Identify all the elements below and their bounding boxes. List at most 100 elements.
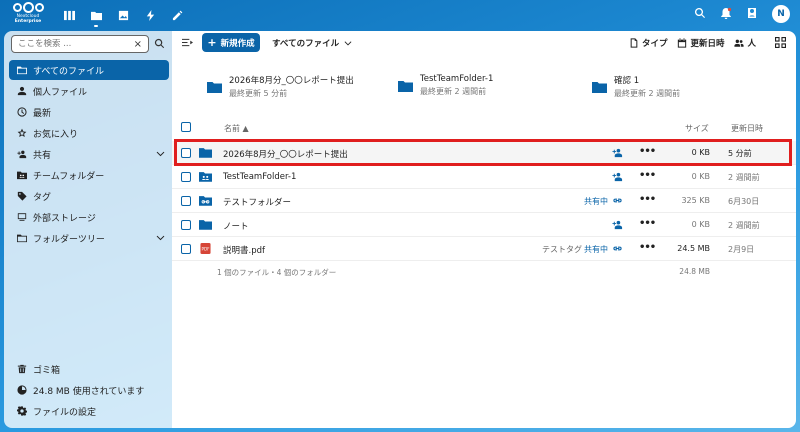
more-actions-icon[interactable]: ••• <box>639 146 656 157</box>
sidebar-item-label: 最新 <box>33 108 52 119</box>
shared-status[interactable]: 共有中 <box>584 244 608 255</box>
select-all-checkbox[interactable] <box>181 122 191 132</box>
team-folder-icon <box>16 169 28 181</box>
file-size: 0 KB <box>691 148 710 157</box>
sort-by-modified[interactable]: 更新日時 <box>731 123 763 134</box>
search-field[interactable]: × <box>11 35 149 53</box>
file-name[interactable]: テストフォルダー <box>223 196 291 208</box>
edit-icon[interactable] <box>170 8 184 22</box>
breadcrumb[interactable]: すべてのファイル <box>272 37 352 49</box>
filter-modified[interactable]: 更新日時 <box>677 37 724 49</box>
filter-people-label: 人 <box>747 39 756 49</box>
more-actions-icon[interactable]: ••• <box>639 170 656 181</box>
share-add-icon[interactable] <box>612 171 624 183</box>
link-icon[interactable] <box>612 243 624 255</box>
tag-icon <box>16 190 28 202</box>
filter-modified-label: 更新日時 <box>690 39 725 49</box>
row-checkbox[interactable] <box>181 244 191 254</box>
files-summary-count: 1 個のファイル・4 個のフォルダー <box>217 268 337 277</box>
sidebar-item-settings[interactable]: ファイルの設定 <box>9 401 169 421</box>
file-modified: 2 週間前 <box>728 173 760 182</box>
file-name[interactable]: TestTeamFolder-1 <box>223 172 296 182</box>
share-add-icon[interactable] <box>612 219 624 231</box>
sort-by-size[interactable]: サイズ <box>685 123 709 134</box>
grid-view-icon[interactable] <box>775 37 787 49</box>
row-checkbox[interactable] <box>181 220 191 230</box>
table-row[interactable]: テストフォルダー 共有中 ••• 325 KB 6月30日 <box>172 189 796 213</box>
filter-people[interactable]: 人 <box>734 37 756 49</box>
search-icon[interactable] <box>694 7 706 22</box>
share-add-icon[interactable] <box>612 147 624 159</box>
nextcloud-logo[interactable]: Nextcloud Enterprise <box>10 2 46 29</box>
sidebar-item-favorites[interactable]: お気に入り <box>9 123 169 143</box>
contacts-icon[interactable] <box>746 7 758 22</box>
sidebar-item-all-files[interactable]: すべてのファイル <box>9 60 169 80</box>
chevron-down-icon[interactable] <box>156 233 166 243</box>
search-input[interactable] <box>18 39 128 49</box>
file-tag[interactable]: テストタグ <box>542 244 582 255</box>
external-storage-icon <box>16 211 28 223</box>
recent-card[interactable]: 2026年8月分_〇〇レポート提出 最終更新 5 分前 <box>207 74 354 99</box>
header-right: N <box>694 5 790 23</box>
more-actions-icon[interactable]: ••• <box>639 242 656 253</box>
files-app-icon[interactable] <box>89 8 103 27</box>
sidebar-item-folder-tree[interactable]: フォルダーツリー <box>9 228 169 248</box>
filter-type[interactable]: タイプ <box>629 37 667 49</box>
new-button[interactable]: + 新規作成 <box>202 33 260 52</box>
link-icon[interactable] <box>612 195 624 207</box>
activity-icon[interactable] <box>143 8 157 22</box>
folder-icon <box>199 220 212 230</box>
more-actions-icon[interactable]: ••• <box>639 218 656 229</box>
sidebar-item-recent[interactable]: 最新 <box>9 102 169 122</box>
sidebar-item-team-folders[interactable]: チームフォルダー <box>9 165 169 185</box>
folder-icon <box>398 80 413 92</box>
column-name-label: 名前 <box>224 124 240 133</box>
table-row[interactable]: 2026年8月分_〇〇レポート提出 ••• 0 KB 5 分前 <box>172 141 796 165</box>
row-checkbox[interactable] <box>181 148 191 158</box>
chevron-down-icon <box>344 41 352 46</box>
sidebar-item-personal-files[interactable]: 個人ファイル <box>9 81 169 101</box>
photos-app-icon[interactable] <box>116 8 130 22</box>
star-icon <box>16 127 28 139</box>
recent-card-subtitle: 最終更新 2 週間前 <box>420 87 487 96</box>
sidebar-item-external-storage[interactable]: 外部ストレージ <box>9 207 169 227</box>
files-table-body: 2026年8月分_〇〇レポート提出 ••• 0 KB 5 分前 TestTeam… <box>172 141 796 283</box>
table-row[interactable]: PDF 説明書.pdf テストタグ 共有中 ••• 24.5 MB 2月9日 <box>172 237 796 261</box>
sidebar-item-label: ファイルの設定 <box>33 407 97 418</box>
search-button-icon[interactable] <box>154 38 166 50</box>
file-name[interactable]: ノート <box>223 220 249 232</box>
sidebar-item-tags[interactable]: タグ <box>9 186 169 206</box>
chevron-down-icon[interactable] <box>156 149 166 159</box>
notifications-bell-icon[interactable] <box>720 7 732 22</box>
team-folder-icon <box>199 172 212 182</box>
toggle-navigation-icon[interactable] <box>182 37 194 49</box>
files-toolbar: + 新規作成 すべてのファイル タイプ 更新日時 人 <box>172 31 796 55</box>
more-actions-icon[interactable]: ••• <box>639 194 656 205</box>
file-icon <box>630 38 638 48</box>
file-name[interactable]: 2026年8月分_〇〇レポート提出 <box>223 148 348 160</box>
file-size: 24.5 MB <box>677 244 710 253</box>
user-avatar[interactable]: N <box>772 5 790 23</box>
folder-icon <box>16 64 28 76</box>
table-row[interactable]: TestTeamFolder-1 ••• 0 KB 2 週間前 <box>172 165 796 189</box>
clear-search-icon[interactable]: × <box>134 39 142 50</box>
storage-usage-label: 24.8 MB 使用されています <box>33 386 145 397</box>
user-icon <box>16 85 28 97</box>
file-modified: 6月30日 <box>728 197 760 206</box>
sidebar-item-label: 外部ストレージ <box>33 213 96 224</box>
folder-icon <box>207 81 222 93</box>
shared-status[interactable]: 共有中 <box>584 196 608 207</box>
filter-bar: タイプ 更新日時 人 <box>629 37 756 49</box>
file-modified: 2 週間前 <box>728 221 760 230</box>
table-row[interactable]: ノート ••• 0 KB 2 週間前 <box>172 213 796 237</box>
sidebar-item-trash[interactable]: ゴミ箱 <box>9 359 169 379</box>
recent-card[interactable]: TestTeamFolder-1 最終更新 2 週間前 <box>398 74 493 97</box>
sidebar-item-shares[interactable]: 共有 <box>9 144 169 164</box>
recent-card[interactable]: 確認 1 最終更新 2 週間前 <box>592 74 680 99</box>
row-checkbox[interactable] <box>181 172 191 182</box>
sort-by-name[interactable]: 名前 ▲ <box>224 123 249 134</box>
file-name[interactable]: 説明書.pdf <box>223 244 265 256</box>
dashboard-icon[interactable] <box>62 8 76 22</box>
storage-usage[interactable]: 24.8 MB 使用されています <box>9 380 169 400</box>
row-checkbox[interactable] <box>181 196 191 206</box>
